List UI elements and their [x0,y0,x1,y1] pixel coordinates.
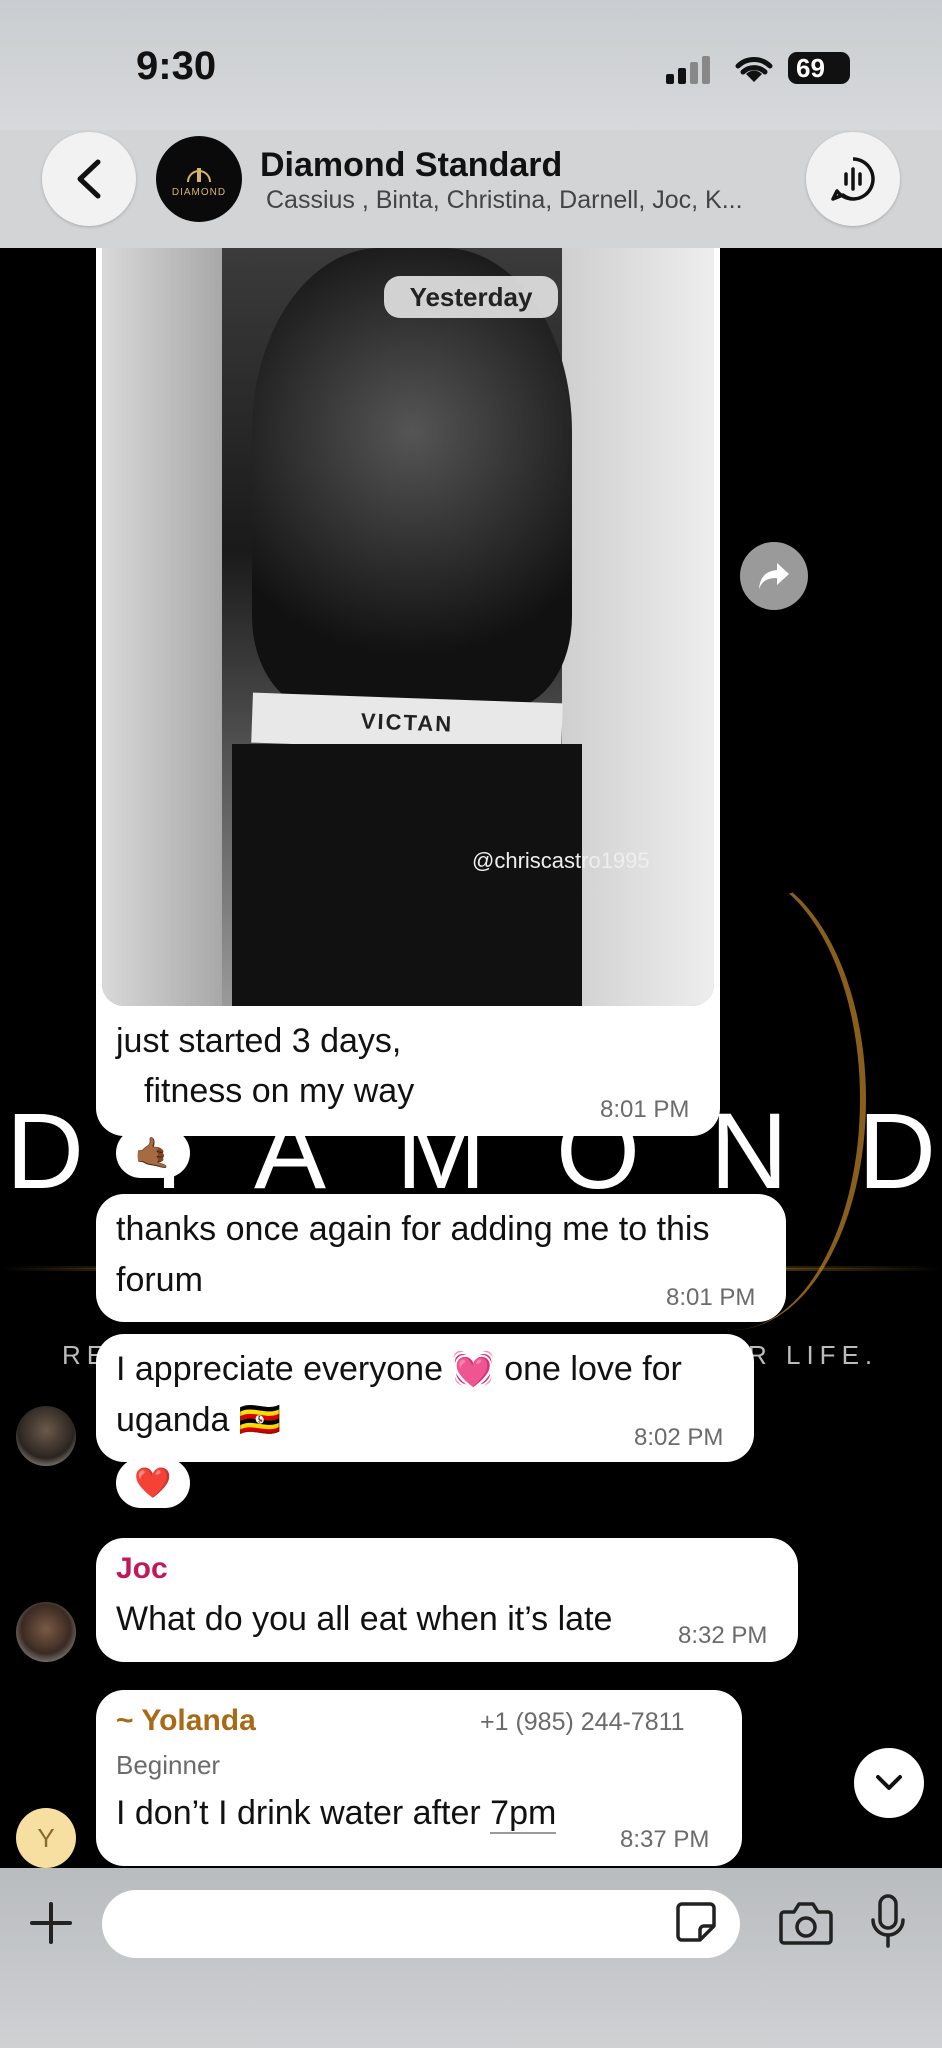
cellular-signal-icon [666,56,710,84]
camera-icon [779,1902,833,1945]
sender-avatar[interactable] [16,1602,76,1662]
message-input[interactable] [102,1890,740,1958]
audio-chat-icon [831,157,875,201]
reaction-badge[interactable]: 🤙🏾 [116,1128,190,1178]
group-avatar[interactable]: DIAMOND [156,136,242,222]
sender-role: Beginner [116,1750,221,1780]
message-bubble[interactable]: ~ Yolanda +1 (985) 244-7811 Beginner I d… [96,1690,742,1866]
status-bar: 9:30 69 [0,0,942,130]
microphone-icon [871,1894,905,1948]
wallpaper-tagline-right: R LIFE. [748,1340,879,1370]
message-text: thanks once again for adding me to this … [116,1210,710,1299]
battery-icon: 69 [788,52,850,84]
shared-photo[interactable]: VICTAN @chriscastro1995 [102,248,714,1006]
wifi-icon [735,57,773,82]
status-time: 9:30 [136,44,217,88]
photo-background-wall [562,248,714,1006]
message-timestamp: 8:01 PM [666,1284,756,1311]
photo-watermark: @chriscastro1995 [472,848,650,873]
group-avatar-text: DIAMOND [171,187,227,198]
message-timestamp: 8:37 PM [620,1826,710,1853]
message-text: just started 3 days, [116,1022,402,1060]
battery-level: 69 [796,52,825,83]
back-button[interactable] [42,132,136,226]
sticker-button[interactable] [674,1900,718,1944]
message-timestamp: 8:02 PM [634,1424,724,1451]
chevron-down-icon [876,1775,902,1790]
voice-message-button[interactable] [868,1892,908,1952]
forward-arrow-icon [759,563,789,589]
time-link[interactable]: 7pm [490,1794,557,1834]
chevron-left-icon [77,159,101,199]
diamond-logo-icon [186,168,211,183]
plus-icon [30,1902,72,1944]
message-text: uganda 🇺🇬 [116,1401,282,1439]
date-separator: Yesterday [384,276,558,318]
photo-background-window [102,248,222,1006]
camera-button[interactable] [778,1898,834,1948]
message-text: I don’t I drink water after 7pm [116,1794,557,1834]
message-bubble-photo[interactable]: VICTAN @chriscastro1995 just started 3 d… [96,248,720,1136]
sender-name[interactable]: ~ Yolanda [116,1704,256,1738]
sticker-icon [676,1902,716,1942]
message-bubble[interactable]: I appreciate everyone 💓 one love for uga… [96,1334,754,1462]
chat-participants[interactable]: Cassius , Binta, Christina, Darnell, Joc… [266,186,743,215]
message-bubble[interactable]: Joc What do you all eat when it’s late 8… [96,1538,798,1662]
sender-avatar[interactable] [16,1406,76,1466]
message-timestamp: 8:32 PM [678,1622,768,1649]
message-bubble[interactable]: thanks once again for adding me to this … [96,1194,786,1322]
chat-title[interactable]: Diamond Standard [260,146,562,185]
sender-phone[interactable]: +1 (985) 244-7811 [480,1708,685,1737]
sender-avatar[interactable]: Y [16,1808,76,1868]
message-text: What do you all eat when it’s late [116,1600,613,1638]
sender-name[interactable]: Joc [116,1552,168,1586]
message-timestamp: 8:01 PM [600,1096,690,1123]
attach-button[interactable] [26,1898,76,1948]
reaction-badge[interactable]: ❤️ [116,1458,190,1508]
voice-chat-button[interactable] [806,132,900,226]
message-text: fitness on my way [144,1072,415,1110]
forward-button[interactable] [740,542,808,610]
photo-jeans [232,744,582,1006]
scroll-to-bottom-button[interactable] [854,1748,924,1818]
message-text: I appreciate everyone 💓 one love for [116,1350,682,1388]
